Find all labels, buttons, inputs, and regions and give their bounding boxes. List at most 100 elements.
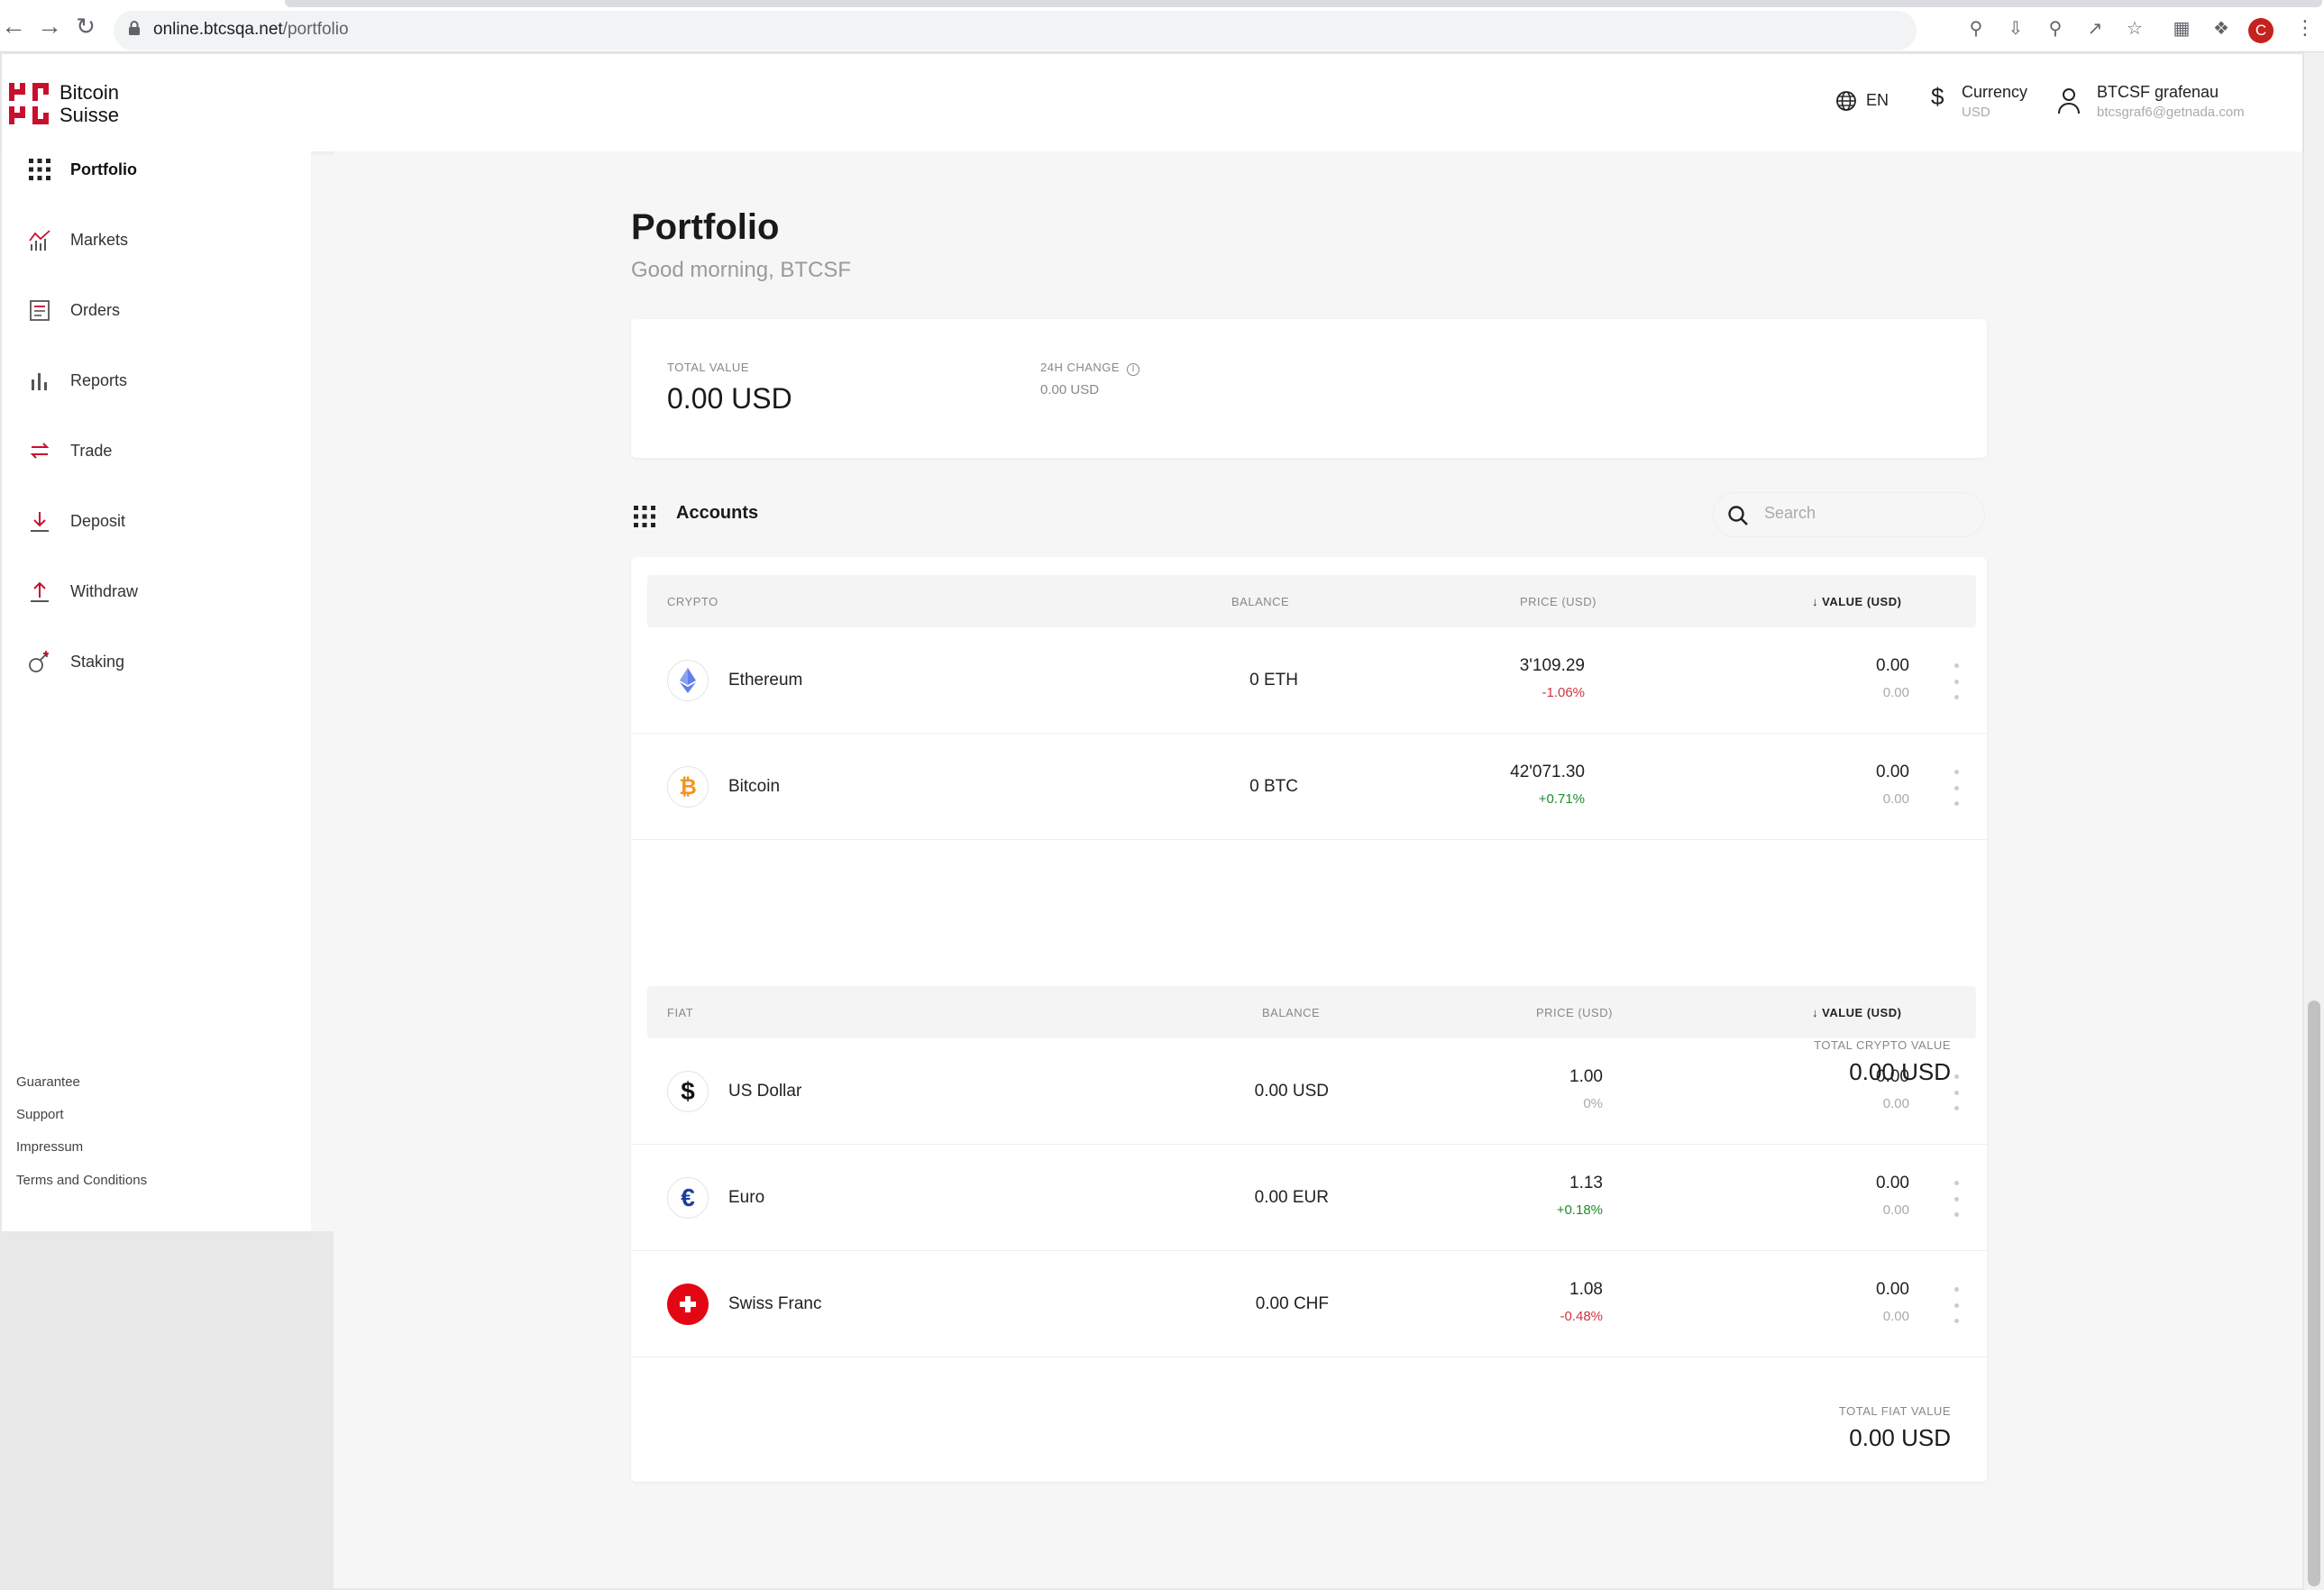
asset-value-sub: 0.00	[1882, 1202, 1909, 1218]
col-balance[interactable]: BALANCE	[1262, 1006, 1320, 1019]
total-value: 0.00 USD	[667, 382, 792, 415]
sidebar-item-label: Markets	[70, 230, 129, 249]
dollar-icon: $	[1931, 83, 1944, 110]
orders-icon	[25, 296, 54, 324]
asset-balance: 0.00 USD	[1254, 1082, 1329, 1101]
asset-change: +0.71%	[1538, 791, 1585, 807]
accounts-search[interactable]	[1713, 492, 1985, 537]
profile-avatar[interactable]: C	[2248, 18, 2274, 43]
qr-icon[interactable]: ▦	[2171, 18, 2192, 40]
col-value-sorted[interactable]: ↓ VALUE (USD)	[1812, 1006, 1901, 1019]
brand-name[interactable]: Bitcoin Suisse	[59, 81, 119, 126]
asset-change: -0.48%	[1560, 1309, 1603, 1324]
row-more-icon[interactable]	[1951, 1287, 1962, 1323]
language-code: EN	[1866, 90, 1889, 109]
asset-price: 1.00	[1569, 1067, 1603, 1086]
total-value-label: TOTAL VALUE	[667, 361, 749, 374]
greeting-text: Good morning, BTCSF	[631, 258, 852, 282]
asset-change: +0.18%	[1556, 1202, 1603, 1218]
change-label-group: 24H CHANGE i	[1040, 361, 1140, 376]
table-row[interactable]: Swiss Franc 0.00 CHF 1.08 -0.48% 0.00 0.…	[631, 1251, 1987, 1357]
col-fiat[interactable]: FIAT	[667, 1006, 693, 1019]
language-selector[interactable]: EN	[1835, 90, 1889, 112]
user-menu[interactable]: BTCSF grafenau btcsgraf6@getnada.com	[2097, 83, 2245, 120]
fiat-table-header: FIAT BALANCE PRICE (USD) ↓ VALUE (USD)	[647, 986, 1976, 1038]
footer-link-guarantee[interactable]: Guarantee	[16, 1074, 80, 1090]
bookmark-star-icon[interactable]: ☆	[2124, 18, 2146, 40]
asset-price: 1.13	[1569, 1174, 1603, 1192]
row-more-icon[interactable]	[1951, 770, 1962, 806]
row-more-icon[interactable]	[1951, 663, 1962, 699]
search-input[interactable]	[1764, 504, 1972, 523]
install-icon[interactable]: ⇩	[2005, 18, 2027, 40]
asset-name: Bitcoin	[728, 777, 781, 796]
dollar-currency-icon: $	[667, 1071, 709, 1112]
page-title: Portfolio	[631, 207, 780, 247]
row-more-icon[interactable]	[1951, 1074, 1962, 1110]
sidebar-item-portfolio[interactable]: Portfolio	[25, 151, 296, 187]
asset-value-sub: 0.00	[1882, 791, 1909, 807]
sidebar-item-trade[interactable]: Trade	[25, 433, 296, 469]
asset-balance: 0 BTC	[1249, 777, 1298, 796]
back-icon[interactable]: ←	[0, 13, 27, 40]
sidebar-item-staking[interactable]: Staking	[25, 644, 296, 680]
col-crypto[interactable]: CRYPTO	[667, 595, 718, 608]
total-fiat-label: TOTAL FIAT VALUE	[1838, 1404, 1951, 1418]
table-row[interactable]: ₿ Bitcoin 0 BTC 42'071.30 +0.71% 0.00 0.…	[631, 734, 1987, 840]
footer-link-terms[interactable]: Terms and Conditions	[16, 1173, 147, 1188]
asset-change: 0%	[1583, 1096, 1603, 1111]
asset-value: 0.00	[1876, 1280, 1909, 1299]
browser-menu-icon[interactable]: ⋮	[2295, 16, 2315, 40]
asset-change: -1.06%	[1542, 685, 1585, 700]
currency-selector[interactable]: Currency USD	[1962, 83, 2027, 120]
table-row[interactable]: $ US Dollar 0.00 USD 1.00 0% 0.00 0.00	[631, 1038, 1987, 1145]
bitcoin-icon: ₿	[667, 766, 709, 808]
col-price[interactable]: PRICE (USD)	[1520, 595, 1597, 608]
table-row[interactable]: € Euro 0.00 EUR 1.13 +0.18% 0.00 0.00	[631, 1145, 1987, 1251]
lock-icon	[129, 21, 140, 35]
asset-value: 0.00	[1876, 1174, 1909, 1192]
sidebar-item-orders[interactable]: Orders	[25, 292, 296, 328]
col-price[interactable]: PRICE (USD)	[1536, 1006, 1613, 1019]
col-value-sorted[interactable]: ↓ VALUE (USD)	[1812, 595, 1901, 608]
asset-balance: 0.00 EUR	[1254, 1188, 1329, 1207]
asset-price: 3'109.29	[1519, 656, 1585, 675]
sidebar-item-markets[interactable]: Markets	[25, 222, 296, 258]
zoom-icon[interactable]: ⚲	[2045, 18, 2066, 40]
col-balance[interactable]: BALANCE	[1231, 595, 1289, 608]
crypto-table-header: CRYPTO BALANCE PRICE (USD) ↓ VALUE (USD)	[647, 575, 1976, 627]
asset-value-sub: 0.00	[1882, 685, 1909, 700]
col-value-label: VALUE (USD)	[1822, 595, 1902, 608]
accounts-card: CRYPTO BALANCE PRICE (USD) ↓ VALUE (USD)…	[631, 557, 1987, 1482]
user-email: btcsgraf6@getnada.com	[2097, 105, 2245, 120]
tab-strip	[285, 0, 2322, 7]
address-bar[interactable]	[114, 11, 1917, 50]
footer-link-support[interactable]: Support	[16, 1107, 64, 1122]
browser-toolbar: ← → ↻ online.btcsqa.net/portfolio ⚲ ⇩ ⚲ …	[0, 0, 2324, 52]
asset-value: 0.00	[1876, 656, 1909, 675]
row-more-icon[interactable]	[1951, 1181, 1962, 1217]
share-icon[interactable]: ↗	[2084, 18, 2106, 40]
main-content: Portfolio Good morning, BTCSF TOTAL VALU…	[334, 151, 2302, 1588]
sidebar-bottom-gap	[2, 1231, 334, 1588]
sidebar-item-withdraw[interactable]: Withdraw	[25, 573, 296, 609]
bitcoin-suisse-logo-icon[interactable]	[7, 81, 50, 126]
table-row[interactable]: Ethereum 0 ETH 3'109.29 -1.06% 0.00 0.00	[631, 627, 1987, 734]
asset-name: Euro	[728, 1188, 765, 1207]
summary-card: TOTAL VALUE 0.00 USD 24H CHANGE i 0.00 U…	[631, 319, 1987, 458]
brand-line2: Suisse	[59, 104, 120, 126]
reload-icon[interactable]: ↻	[72, 13, 99, 40]
extensions-icon[interactable]: ❖	[2210, 18, 2232, 40]
scrollbar-thumb[interactable]	[2308, 1001, 2320, 1586]
sidebar-item-deposit[interactable]: Deposit	[25, 503, 296, 539]
asset-balance: 0 ETH	[1249, 671, 1298, 690]
asset-price: 1.08	[1569, 1280, 1603, 1299]
footer-link-impressum[interactable]: Impressum	[16, 1139, 83, 1155]
sidebar-item-reports[interactable]: Reports	[25, 362, 296, 398]
key-icon[interactable]: ⚲	[1965, 18, 1987, 40]
user-name: BTCSF grafenau	[2097, 83, 2219, 101]
sidebar-item-label: Staking	[70, 652, 125, 671]
sidebar-item-label: Orders	[70, 300, 121, 319]
forward-icon[interactable]: →	[36, 13, 63, 40]
info-icon[interactable]: i	[1127, 363, 1140, 376]
